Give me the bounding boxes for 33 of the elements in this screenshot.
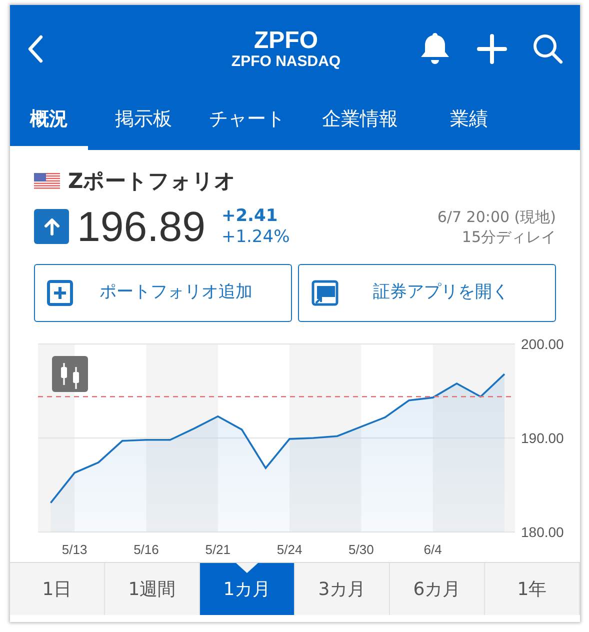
tab[interactable]: 業績: [418, 93, 505, 150]
percent-change: +1.24%: [221, 226, 290, 248]
action-button[interactable]: 証券アプリを開く: [298, 264, 556, 322]
flag-icon: [34, 173, 60, 190]
y-tick-label: 190.00: [521, 430, 564, 446]
y-tick-label: 200.00: [521, 336, 564, 352]
timestamp: 6/7 20:00 (現地): [437, 206, 556, 227]
delay-note: 15分ディレイ: [462, 226, 556, 247]
price-change: +2.41: [221, 206, 279, 227]
x-tick-label: 5/24: [276, 542, 302, 557]
exchange-label: ZPFO NASDAQ: [230, 54, 342, 70]
bell-icon[interactable]: [418, 31, 452, 67]
tab[interactable]: 企業情報: [302, 93, 418, 150]
tab[interactable]: チャート: [189, 93, 302, 150]
x-tick-label: 5/30: [348, 542, 374, 557]
period-tab[interactable]: 1カ月: [200, 563, 295, 615]
x-tick-label: 5/16: [134, 542, 159, 557]
candlestick-toggle[interactable]: [52, 356, 88, 392]
y-tick-label: 180.00: [521, 524, 564, 540]
stock-price: 196.89: [77, 206, 206, 248]
search-icon[interactable]: [532, 33, 564, 65]
stock-name: Zポートフォリオ: [68, 168, 236, 195]
action-button[interactable]: ポートフォリオ追加: [34, 264, 292, 322]
plus-square-icon: [47, 280, 73, 306]
tab[interactable]: 掲示板: [88, 93, 189, 150]
back-button[interactable]: [26, 34, 44, 64]
x-tick-label: 6/4: [424, 542, 442, 557]
add-icon[interactable]: [476, 33, 508, 65]
stock-symbol: ZPFO: [253, 28, 319, 54]
x-tick-label: 5/13: [62, 542, 88, 557]
app-icon: [311, 280, 339, 306]
tab[interactable]: 概況: [10, 93, 88, 150]
x-tick-label: 5/21: [205, 542, 231, 557]
